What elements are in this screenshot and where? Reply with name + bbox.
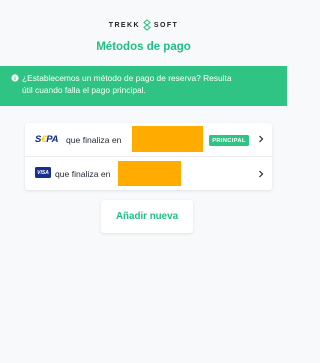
sepa-logo-icon: S€PA [35,134,59,145]
page-title: Métodos de pago [96,41,191,53]
visa-logo-icon: VISA [35,167,51,178]
payment-method-text: que finaliza en [55,169,111,179]
logo-text-right: SOFT [153,21,179,29]
info-icon [11,74,19,82]
logo-mark-icon [143,19,151,31]
payment-methods-card: S€PA que finaliza en PRINCIPAL VISA que … [25,123,272,190]
redacted-digits [132,126,203,152]
add-new-button[interactable]: Añadir nueva [101,200,193,233]
payment-method-text: que finaliza en [66,135,122,145]
redacted-digits [118,161,181,186]
principal-badge: PRINCIPAL [209,135,249,146]
info-banner: ¿Establecemos un método de pago de reser… [0,66,287,106]
payment-method-visa[interactable]: VISA que finaliza en [25,157,272,190]
banner-line-2: útil cuando falla el pago principal. [22,85,146,95]
banner-line-1: ¿Establecemos un método de pago de reser… [22,73,232,83]
payment-method-sepa[interactable]: S€PA que finaliza en PRINCIPAL [25,123,272,157]
logo-text-left: TREKK [108,21,140,29]
chevron-right-icon [259,135,264,143]
trekksoft-logo: TREKK SOFT [0,15,287,35]
chevron-right-icon [259,170,264,178]
